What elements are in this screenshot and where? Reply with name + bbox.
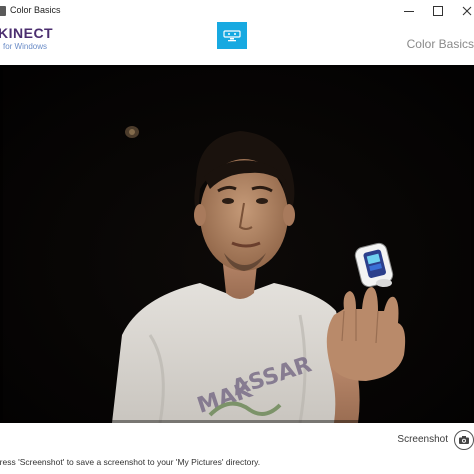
window-title: Color Basics [10, 5, 61, 15]
title-bar[interactable]: Color Basics [0, 0, 474, 23]
kinect-logo-subtitle: for Windows [3, 42, 48, 51]
app-footer: Screenshot Press 'Screenshot' to save a … [0, 423, 474, 474]
app-header: KINECT for Windows Color Basics [0, 22, 474, 65]
screenshot-button[interactable] [454, 430, 474, 450]
kinect-logo-text: KINECT [0, 25, 54, 41]
minimize-icon [404, 10, 414, 12]
camera-image: MAK ASSAR [0, 65, 474, 423]
camera-icon [459, 436, 469, 444]
minimize-button[interactable] [394, 0, 424, 22]
app-window: Color Basics KINECT for Windows Color Ba… [0, 0, 474, 474]
kinect-sensor-icon [217, 22, 247, 49]
maximize-button[interactable] [423, 0, 453, 22]
close-icon [462, 6, 472, 16]
camera-feed: MAK ASSAR [0, 65, 474, 423]
close-button[interactable] [452, 0, 474, 22]
app-icon [0, 6, 6, 16]
sensor-glyph-icon [223, 29, 241, 41]
maximize-icon [433, 6, 443, 16]
status-text: Press 'Screenshot' to save a screenshot … [0, 457, 261, 467]
page-title: Color Basics [406, 37, 474, 51]
screenshot-label[interactable]: Screenshot [397, 434, 448, 445]
